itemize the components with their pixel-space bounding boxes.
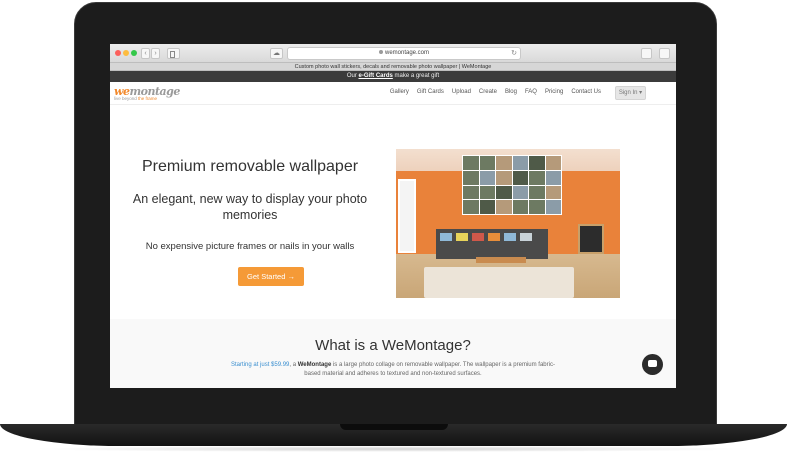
laptop-shadow: [30, 446, 757, 452]
what-is-title: What is a WeMontage?: [315, 337, 471, 354]
sidebar-toggle-icon[interactable]: [167, 48, 180, 59]
hero-subtitle: An elegant, new way to display your phot…: [132, 192, 368, 222]
shelf-bin: [488, 233, 500, 241]
starting-price-link[interactable]: Starting at just $59.99: [231, 362, 289, 368]
shelf-bin: [504, 233, 516, 241]
nav-contact-us[interactable]: Contact Us: [571, 89, 601, 95]
nav-upload[interactable]: Upload: [452, 89, 471, 95]
room-rug: [424, 267, 574, 298]
what-is-brand: WeMontage: [297, 362, 332, 368]
show-tabs-icon[interactable]: [659, 48, 670, 59]
promo-banner: Our e-Gift Cards make a great gift: [110, 71, 676, 82]
share-icon[interactable]: [641, 48, 652, 59]
address-bar[interactable]: wemontage.com ↻: [287, 47, 521, 60]
what-is-text-2: is a large photo collage on removable wa…: [304, 362, 555, 377]
tab-title[interactable]: Custom photo wall stickers, decals and r…: [110, 63, 676, 71]
photo-collage: [462, 155, 562, 215]
main-nav: Gallery Gift Cards Upload Create Blog FA…: [390, 89, 601, 95]
sign-in-label: Sign In: [618, 90, 638, 96]
nav-faq[interactable]: FAQ: [525, 89, 537, 95]
shelf-bin: [472, 233, 484, 241]
room-table: [476, 257, 526, 263]
hero-note: No expensive picture frames or nails in …: [145, 241, 355, 252]
tagline-prefix: live beyond: [114, 96, 139, 101]
hero-section: Premium removable wallpaper An elegant, …: [110, 106, 676, 319]
hero-room-image: [396, 149, 620, 298]
what-is-section: What is a WeMontage? Starting at just $5…: [110, 319, 676, 388]
reload-icon[interactable]: ↻: [511, 48, 517, 59]
nav-gallery[interactable]: Gallery: [390, 89, 409, 95]
tagline-frame: the frame: [138, 96, 158, 101]
icloud-tabs-icon[interactable]: ☁: [270, 48, 283, 59]
browser-window: ‹ › ☁ wemontage.com ↻ Custom photo wall …: [110, 44, 676, 388]
logo-tagline: live beyond the frame: [114, 96, 157, 101]
chat-icon[interactable]: [642, 354, 663, 375]
shelf-bin: [520, 233, 532, 241]
nav-gift-cards[interactable]: Gift Cards: [417, 89, 444, 95]
what-is-text-1: , a: [289, 362, 298, 368]
shelf-bin: [456, 233, 468, 241]
sign-in-button[interactable]: Sign In ▾: [615, 86, 646, 100]
forward-button[interactable]: ›: [151, 48, 160, 59]
close-window-button[interactable]: [115, 50, 121, 56]
browser-toolbar: ‹ › ☁ wemontage.com ↻: [110, 44, 676, 63]
zoom-window-button[interactable]: [131, 50, 137, 56]
what-is-description: Starting at just $59.99, a WeMontage is …: [230, 361, 556, 379]
site-header: wemontage live beyond the frame Gallery …: [110, 82, 676, 105]
room-window: [398, 179, 416, 253]
room-chalkboard: [578, 224, 604, 254]
hero-title: Premium removable wallpaper: [141, 158, 359, 175]
promo-prefix: Our: [346, 73, 359, 79]
promo-suffix: make a great gift: [392, 73, 440, 79]
nav-create[interactable]: Create: [479, 89, 497, 95]
shelf-bin: [440, 233, 452, 241]
nav-pricing[interactable]: Pricing: [545, 89, 563, 95]
url-text: wemontage.com: [384, 50, 430, 56]
minimize-window-button[interactable]: [123, 50, 129, 56]
get-started-button[interactable]: Get Started →: [238, 267, 304, 286]
lock-icon: [378, 50, 383, 55]
gift-cards-link[interactable]: e-Gift Cards: [358, 73, 392, 79]
nav-blog[interactable]: Blog: [505, 89, 517, 95]
laptop-notch: [340, 424, 448, 430]
back-button[interactable]: ‹: [141, 48, 150, 59]
